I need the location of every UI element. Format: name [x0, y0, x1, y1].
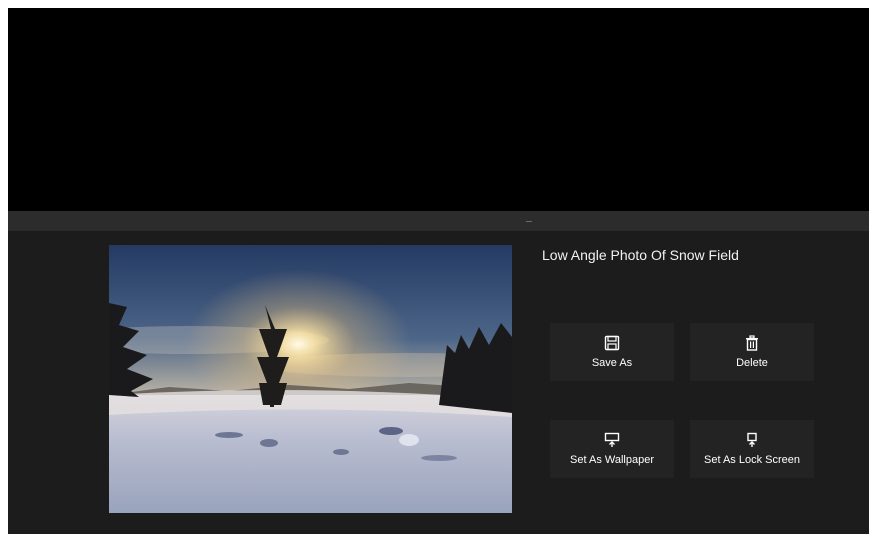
set-as-lock-screen-button[interactable]: Set As Lock Screen — [690, 420, 814, 478]
delete-label: Delete — [736, 357, 768, 369]
save-as-label: Save As — [591, 357, 633, 369]
pane-splitter[interactable] — [8, 211, 869, 231]
snow-field-image — [109, 245, 512, 513]
save-icon — [604, 335, 620, 351]
trash-icon — [744, 335, 760, 351]
splitter-grip[interactable] — [526, 221, 532, 222]
lock-screen-icon — [744, 432, 760, 448]
photo-thumbnail — [109, 245, 512, 513]
wallpaper-icon — [604, 432, 620, 448]
set-as-wallpaper-button[interactable]: Set As Wallpaper — [550, 420, 674, 478]
delete-button[interactable]: Delete — [690, 323, 814, 381]
set-as-lock-screen-label: Set As Lock Screen — [704, 454, 800, 466]
photo-title: Low Angle Photo Of Snow Field — [542, 247, 739, 263]
media-preview-area — [8, 8, 869, 211]
save-as-button[interactable]: Save As — [550, 323, 674, 381]
set-as-wallpaper-label: Set As Wallpaper — [570, 454, 654, 466]
